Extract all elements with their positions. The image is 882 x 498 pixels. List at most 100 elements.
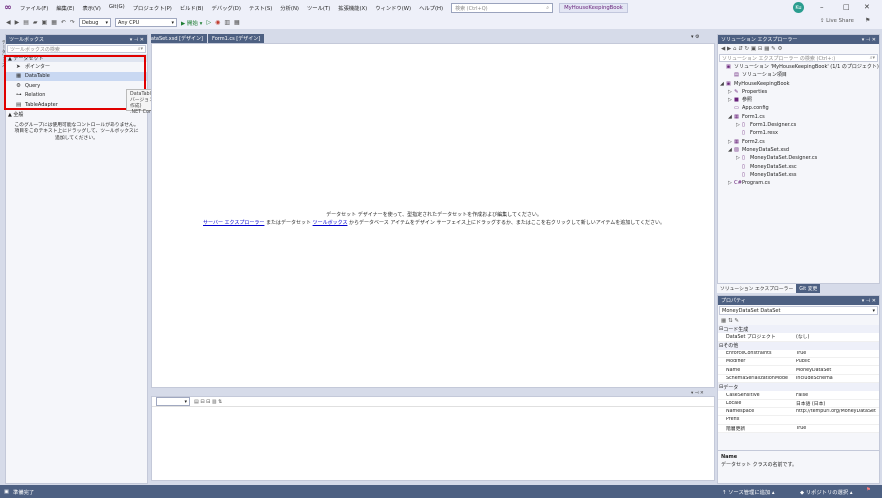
tree-item[interactable]: ▣ ソリューション 'MyHouseKeepingBook' (1/1 のプロジェ…	[720, 63, 879, 71]
panel-controls[interactable]: ▾ ⊣ ✕	[130, 37, 144, 43]
solution-explorer-search-input[interactable]: ソリューション エクスプローラー の検索 (Ctrl+:) ⌕▾	[719, 54, 878, 62]
chevron-down-icon: ▾	[184, 398, 187, 405]
open-icon[interactable]: ▰	[33, 19, 38, 26]
toolbox-group-general[interactable]: ▲ 全般	[6, 111, 147, 119]
property-description: Name データセット クラスの名前です。	[718, 450, 879, 483]
back-icon[interactable]: ◀	[6, 19, 11, 26]
tree-item[interactable]: ▷ ▯ Form1.Designer.cs	[720, 121, 879, 129]
property-row[interactable]: 階層更新 True	[718, 425, 879, 433]
notification-icon[interactable]: ⚑	[866, 487, 871, 493]
property-name: Modifier	[726, 359, 746, 365]
menu-item-7[interactable]: テスト(S)	[245, 4, 276, 12]
server-explorer-link[interactable]: サーバー エクスプローラー	[203, 220, 264, 226]
tree-item[interactable]: ▭ App.config	[720, 104, 879, 112]
start-without-debug-icon[interactable]: ▷	[206, 19, 211, 26]
tree-item[interactable]: ▷ ■ 参照	[720, 96, 879, 104]
toolbox-link[interactable]: ツールボックス	[313, 220, 348, 226]
property-row[interactable]: CaseSensitive False	[718, 391, 879, 400]
hot-reload-icon[interactable]: ◉	[215, 19, 220, 26]
tab-git-changes[interactable]: Git 変更	[796, 284, 821, 293]
property-row[interactable]: SchemaSerializationMode IncludeSchema	[718, 375, 879, 384]
tree-item[interactable]: ▷ C# Program.cs	[720, 179, 879, 187]
minimize-icon[interactable]: –	[820, 3, 824, 11]
property-row[interactable]: EnforceConstraints True	[718, 350, 879, 359]
property-row[interactable]: Name MoneyDataSet	[718, 366, 879, 375]
property-value[interactable]: 日本語 (日本)	[792, 400, 879, 407]
maximize-icon[interactable]: □	[843, 3, 850, 11]
tree-item[interactable]: ▷ ▯ MoneyDataSet.Designer.cs	[720, 154, 879, 162]
toolbox-search-input[interactable]: ツールボックスの検索 ⌕▾	[7, 45, 146, 53]
tree-item[interactable]: ▷ ✎ Properties	[720, 88, 879, 96]
tab-form1-design[interactable]: Form1.cs [デザイン]	[208, 34, 265, 43]
property-row[interactable]: Namespace http://tempuri.org/MoneyDataSet	[718, 408, 879, 417]
feedback-icon[interactable]: ⚑	[865, 17, 870, 24]
dataset-designer-surface[interactable]: データセット デザイナーを使って、型指定されたデータセットを作成および編集してく…	[151, 43, 715, 388]
menu-item-2[interactable]: 表示(V)	[78, 4, 104, 12]
property-value[interactable]: IncludeSchema	[792, 376, 879, 381]
start-button[interactable]: ▶ 開始 ▾	[181, 19, 203, 27]
menu-item-4[interactable]: プロジェクト(P)	[129, 4, 176, 12]
tree-item[interactable]: ▯ MoneyDataSet.xss	[720, 171, 879, 179]
tree-item[interactable]: ◢ ▦ Form1.cs	[720, 113, 879, 121]
panel-controls[interactable]: ▾ ⊣ ✕	[862, 37, 876, 43]
tree-item[interactable]: ◢ ▨ MoneyDataSet.xsd	[720, 146, 879, 154]
categorized-icon[interactable]: ▦	[721, 318, 726, 324]
menu-item-0[interactable]: ファイル(F)	[16, 4, 52, 12]
platform-select[interactable]: Any CPU ▾	[114, 18, 177, 27]
close-icon[interactable]: ✕	[864, 3, 870, 11]
tree-item[interactable]: ▯ MoneyDataSet.xsc	[720, 163, 879, 171]
menu-item-12[interactable]: ヘルプ(H)	[415, 4, 447, 12]
alphabetical-icon[interactable]: ⇅	[728, 318, 733, 324]
live-share-button[interactable]: ⇪ Live Share	[820, 18, 854, 24]
property-value[interactable]: MoneyDataSet	[792, 368, 879, 373]
save-icon[interactable]: ▣	[42, 19, 48, 26]
solution-explorer-toolbar-icons[interactable]: ◀ ▶ ⌂ ⇵ ↻ ▣ ⊟ ▦ ✎ ⚙	[721, 46, 782, 52]
property-value[interactable]: False	[792, 393, 879, 398]
tab-solution-explorer[interactable]: ソリューション エクスプローラー	[717, 284, 797, 293]
property-category[interactable]: ⊟ その他	[718, 341, 879, 350]
property-value[interactable]: Public	[792, 359, 879, 364]
avatar[interactable]: Ku	[793, 2, 804, 13]
menu-item-6[interactable]: デバッグ(D)	[208, 4, 245, 12]
property-category[interactable]: ⊟ データ	[718, 383, 879, 392]
tree-item[interactable]: ▯ Form1.resx	[720, 129, 879, 137]
layout-icon[interactable]: ▥	[224, 19, 230, 26]
property-row[interactable]: Prefix	[718, 416, 879, 425]
property-value[interactable]: http://tempuri.org/MoneyDataSet	[792, 409, 879, 414]
configuration-select[interactable]: Debug ▾	[78, 18, 111, 27]
property-pages-icon[interactable]: ✎	[734, 318, 739, 324]
search-input[interactable]: 検索 (Ctrl+Q) ⌕	[451, 3, 554, 13]
output-source-select[interactable]: ▾	[156, 397, 190, 406]
property-value[interactable]: True	[792, 426, 879, 431]
menu-item-3[interactable]: Git(G)	[105, 4, 129, 12]
menu-item-1[interactable]: 編集(E)	[52, 4, 78, 12]
redo-icon[interactable]: ↷	[70, 19, 75, 26]
property-row[interactable]: Modifier Public	[718, 358, 879, 367]
tab-moneydataset-design[interactable]: MoneyDataSet.xsd [デザイン]	[151, 34, 207, 43]
tree-item[interactable]: ▤ ソリューション項目	[720, 71, 879, 79]
undo-icon[interactable]: ↶	[61, 19, 66, 26]
properties-object-select[interactable]: MoneyDataSet DataSet ▾	[719, 306, 878, 315]
tree-item[interactable]: ◢ ▣ MyHouseKeepingBook	[720, 80, 879, 88]
add-to-source-control-button[interactable]: ↑ ソース管理に追加 ▴	[722, 488, 775, 496]
file-icon: ▦	[734, 113, 739, 120]
property-value[interactable]: True	[792, 351, 879, 356]
tree-item[interactable]: ▷ ▦ Form2.cs	[720, 138, 879, 146]
select-repository-button[interactable]: ◆ リポジトリの選択 ▴	[800, 488, 852, 496]
grid-icon[interactable]: ▦	[234, 19, 240, 26]
output-toolbar-icons[interactable]: ▤ ⊟ ⊟ ▥ ⇅	[194, 399, 222, 405]
menu-item-10[interactable]: 拡張機能(X)	[334, 4, 371, 12]
new-item-icon[interactable]: ▤	[23, 19, 29, 26]
tab-overflow-icon[interactable]: ▾ ⚙	[691, 34, 700, 40]
menu-item-8[interactable]: 分析(N)	[276, 4, 303, 12]
forward-icon[interactable]: ▶	[15, 19, 20, 26]
menu-item-9[interactable]: ツール(T)	[303, 4, 334, 12]
property-row[interactable]: DataSet プロジェクト (なし)	[718, 333, 879, 342]
property-value[interactable]: (なし)	[792, 333, 879, 340]
menu-item-11[interactable]: ウィンドウ(W)	[371, 4, 415, 12]
property-category[interactable]: ⊟ コード生成	[718, 325, 879, 334]
panel-controls[interactable]: ▾ ⊣ ✕	[862, 298, 876, 304]
property-row[interactable]: Locale 日本語 (日本)	[718, 400, 879, 408]
save-all-icon[interactable]: ▦	[51, 19, 57, 26]
menu-item-5[interactable]: ビルド(B)	[176, 4, 208, 12]
